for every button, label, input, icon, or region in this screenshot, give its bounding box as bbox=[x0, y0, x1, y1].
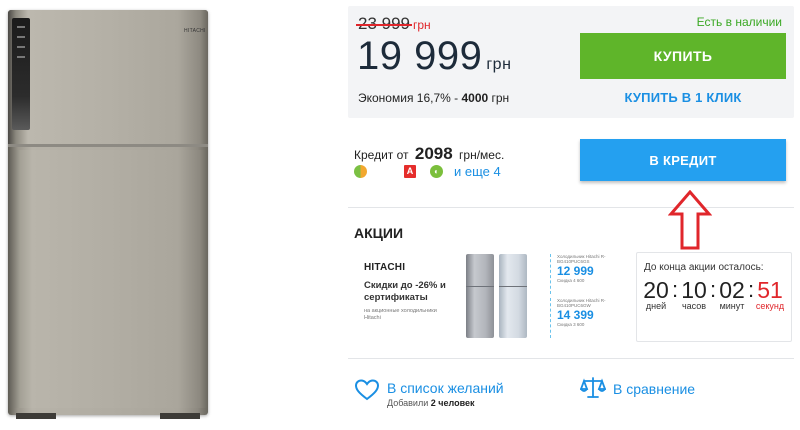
promo-banner-headline: Скидки до -26% и сертификаты bbox=[364, 280, 446, 303]
fridge-foot-right bbox=[160, 413, 200, 419]
fridge-bottom-door bbox=[8, 150, 208, 408]
promo-card-price: 14 399 bbox=[557, 308, 594, 322]
compare: В сравнение bbox=[580, 376, 740, 406]
promo-card-save: Скидка 4 600 bbox=[557, 278, 585, 283]
promo-card-model: Холодильник Hitachi R-BG410PUC6GW bbox=[557, 298, 606, 308]
divider bbox=[348, 207, 794, 208]
credit-prefix: Кредит от bbox=[354, 148, 409, 162]
savings-currency: грн bbox=[488, 91, 510, 105]
more-banks-link[interactable]: и еще 4 bbox=[454, 164, 501, 179]
credit-button[interactable]: В КРЕДИТ bbox=[580, 139, 786, 181]
old-price-value: 23 999 bbox=[358, 14, 410, 33]
promo-card-model: Холодильник Hitachi R-BG410PUC6GS bbox=[557, 254, 606, 264]
fridge-foot-left bbox=[16, 413, 56, 419]
promo-banner-logo: HITACHI bbox=[364, 262, 406, 273]
countdown-label: До конца акции осталось: bbox=[644, 262, 764, 273]
savings-prefix: Экономия 16,7% - bbox=[358, 91, 462, 105]
countdown-seconds-label: секунд bbox=[755, 301, 785, 311]
countdown-hours-label: часов bbox=[681, 301, 707, 311]
fridge-brand-mark: HITACHI bbox=[184, 28, 206, 34]
countdown-separator: : bbox=[748, 277, 755, 302]
credit-suffix: грн/мес. bbox=[459, 148, 505, 162]
green-bank-icon: ◐ bbox=[430, 165, 443, 178]
product-image[interactable]: HITACHI bbox=[0, 0, 260, 430]
privatbank-icon bbox=[354, 165, 367, 178]
savings-amount: 4000 bbox=[461, 91, 489, 105]
buy-one-click-link[interactable]: КУПИТЬ В 1 КЛИК bbox=[580, 90, 786, 105]
countdown-separator: : bbox=[710, 277, 717, 302]
wishlist-count-prefix: Добавили bbox=[387, 398, 431, 408]
promo-fridge-white bbox=[499, 254, 527, 338]
fridge-control-panel bbox=[12, 18, 30, 130]
countdown-minutes: 02 bbox=[719, 277, 745, 303]
fridge-illustration: HITACHI bbox=[8, 10, 208, 419]
promo-banner-subtext: на акционные холодильники Hitachi bbox=[364, 308, 437, 321]
current-price: 19 999 грн bbox=[357, 34, 511, 79]
promo-price-card: Холодильник Hitachi R-BG410PUC6GW 14 399… bbox=[550, 298, 624, 338]
wishlist-count-value: 2 человек bbox=[430, 398, 475, 408]
old-price-currency: грн bbox=[413, 18, 431, 32]
credit-section: Кредит от 2098 грн/мес. A ◐ и еще 4 В КР… bbox=[348, 139, 794, 196]
promo-countdown: До конца акции осталось: 20 : 10 : 02 : … bbox=[636, 252, 792, 342]
availability-status: Есть в наличии bbox=[696, 15, 782, 29]
promo-banner[interactable]: HITACHI Скидки до -26% и сертификаты на … bbox=[354, 250, 624, 342]
countdown-hours: 10 bbox=[681, 277, 707, 303]
countdown-seconds: 51 bbox=[757, 277, 783, 303]
promo-title: АКЦИИ bbox=[354, 225, 404, 241]
fridge-top-door: HITACHI bbox=[8, 10, 208, 147]
promo-card-save: Скидка 3 600 bbox=[557, 322, 585, 327]
promo-card-price: 12 999 bbox=[557, 264, 594, 278]
countdown-minutes-label: минут bbox=[719, 301, 745, 311]
countdown-units: дней часов минут секунд bbox=[641, 301, 791, 313]
countdown-days-label: дней bbox=[645, 301, 667, 311]
red-arrow-up-icon bbox=[668, 190, 712, 250]
old-price: 23 999 грн bbox=[358, 14, 431, 34]
credit-amount: 2098 bbox=[414, 144, 453, 163]
alfabank-icon: A bbox=[404, 165, 416, 178]
countdown-separator: : bbox=[672, 277, 679, 302]
add-to-compare-link[interactable]: В сравнение bbox=[613, 381, 695, 397]
countdown-days: 20 bbox=[643, 277, 669, 303]
wishlist: В список желаний Добавили 2 человек bbox=[354, 376, 554, 412]
add-to-wishlist-link[interactable]: В список желаний bbox=[387, 380, 504, 396]
current-price-value: 19 999 bbox=[357, 34, 483, 78]
scales-icon[interactable] bbox=[580, 376, 606, 400]
buy-button[interactable]: КУПИТЬ bbox=[580, 33, 786, 79]
divider bbox=[348, 358, 794, 359]
current-price-currency: грн bbox=[486, 56, 512, 73]
price-box: 23 999 грн 19 999 грн Экономия 16,7% - 400… bbox=[348, 6, 794, 118]
promo-price-card: Холодильник Hitachi R-BG410PUC6GS 12 999… bbox=[550, 254, 624, 294]
heart-icon[interactable] bbox=[354, 378, 380, 402]
promo-fridge-silver bbox=[466, 254, 494, 338]
credit-offer: Кредит от 2098 грн/мес. bbox=[354, 144, 504, 164]
savings-text: Экономия 16,7% - 4000 грн bbox=[358, 91, 509, 105]
wishlist-count: Добавили 2 человек bbox=[387, 398, 475, 408]
